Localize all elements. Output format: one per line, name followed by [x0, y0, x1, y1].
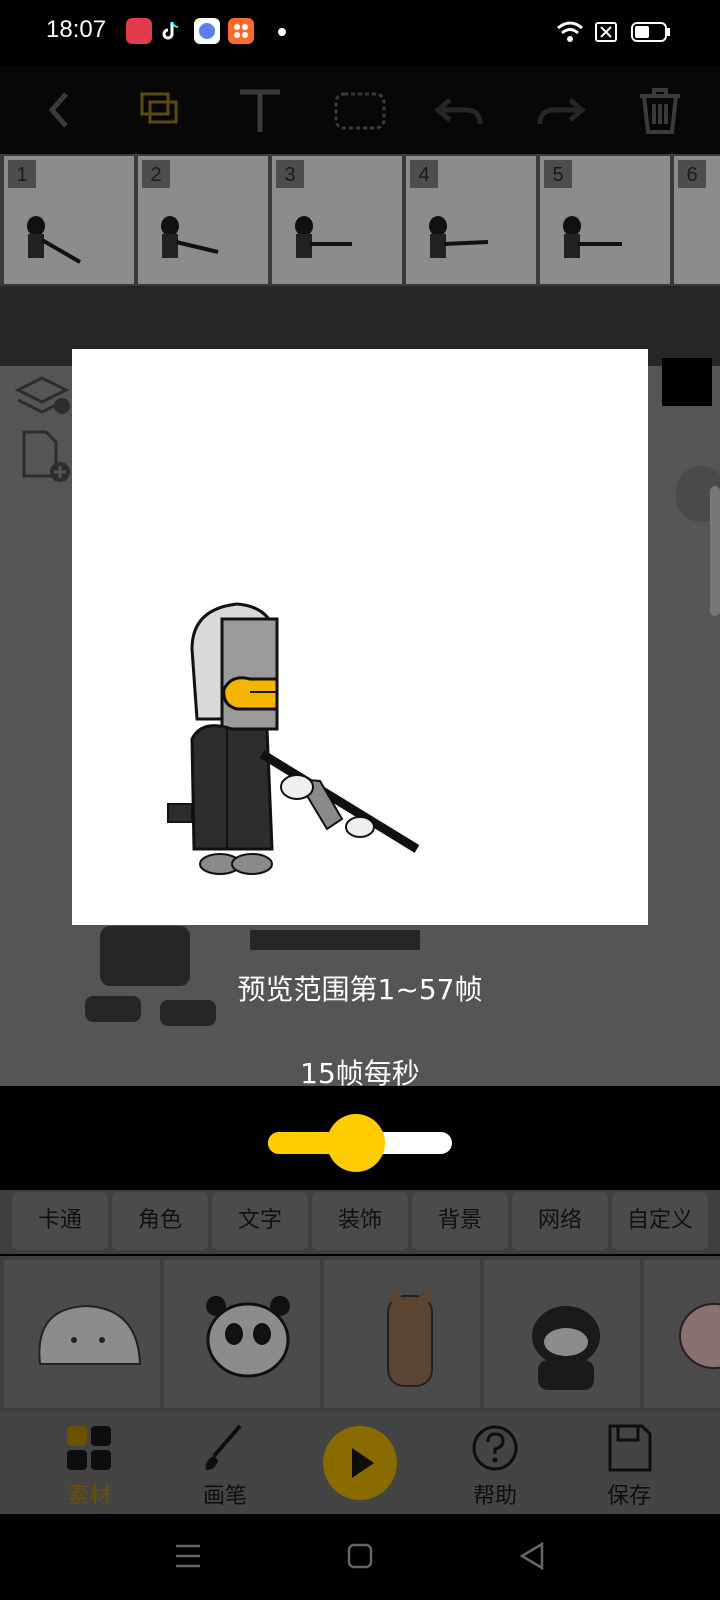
- color-swatch[interactable]: [662, 358, 712, 406]
- frame-number: 1: [8, 160, 36, 188]
- home-icon[interactable]: [342, 1538, 378, 1574]
- brush-icon: [205, 1424, 242, 1470]
- frame-thumbnail[interactable]: 4: [406, 156, 538, 284]
- slider-thumb[interactable]: [327, 1114, 386, 1172]
- play-button[interactable]: [323, 1426, 397, 1500]
- tab-network[interactable]: 网络: [512, 1192, 608, 1250]
- tab-custom[interactable]: 自定义: [612, 1192, 708, 1250]
- frame-thumbnail[interactable]: 1: [4, 156, 136, 284]
- menu-icon[interactable]: [170, 1538, 206, 1574]
- layers-copy-icon[interactable]: [130, 80, 190, 140]
- screen-record-icon: [126, 18, 152, 44]
- nav-help[interactable]: 帮助: [450, 1420, 540, 1510]
- system-navigation-bar: [0, 1514, 720, 1600]
- app-icon: [194, 18, 220, 44]
- tiktok-icon: [158, 18, 184, 44]
- preview-range-label: 预览范围第1~57帧: [237, 973, 483, 1006]
- nav-material[interactable]: 素材: [44, 1420, 134, 1510]
- system-status-icons: [557, 21, 670, 42]
- frame-number: 4: [410, 160, 438, 188]
- delete-icon[interactable]: [630, 80, 690, 140]
- tab-text[interactable]: 文字: [212, 1192, 308, 1250]
- status-time: 18:07: [46, 16, 107, 43]
- help-icon: [472, 1425, 518, 1471]
- play-icon: [352, 1448, 374, 1478]
- nav-save-label: 保存: [606, 1484, 651, 1509]
- nav-help-label: 帮助: [472, 1484, 517, 1509]
- status-bar: 18:07: [0, 0, 720, 66]
- frame-number: 2: [142, 160, 170, 188]
- more-notifications-dot: [278, 28, 286, 36]
- bottom-nav: 素材 画笔 帮助 保存: [0, 1412, 720, 1514]
- save-icon: [608, 1424, 652, 1472]
- frame-thumbnail[interactable]: 5: [540, 156, 672, 284]
- character-animation-frame: [167, 602, 420, 875]
- raccoon-sticker[interactable]: [484, 1260, 640, 1408]
- frames-strip: 1 2 3 4 5 6: [0, 154, 720, 286]
- frame-thumbnail[interactable]: 3: [272, 156, 404, 284]
- frame-number: 6: [678, 160, 706, 188]
- nav-brush[interactable]: 画笔: [180, 1420, 270, 1510]
- frame-number: 3: [276, 160, 304, 188]
- nav-material-label: 素材: [66, 1484, 111, 1509]
- sticker-list: [0, 1256, 720, 1412]
- nav-save[interactable]: 保存: [584, 1420, 674, 1510]
- tab-character[interactable]: 角色: [112, 1192, 208, 1250]
- blob-sticker[interactable]: [4, 1260, 160, 1408]
- frame-thumbnail[interactable]: 2: [138, 156, 270, 284]
- tab-decoration[interactable]: 装饰: [312, 1192, 408, 1250]
- redo-icon[interactable]: [530, 80, 590, 140]
- fps-slider[interactable]: [268, 1114, 452, 1172]
- add-page-icon[interactable]: [16, 426, 72, 486]
- bear-sticker[interactable]: [324, 1260, 480, 1408]
- side-scrollbar[interactable]: [710, 486, 720, 616]
- panda-sticker[interactable]: [164, 1260, 320, 1408]
- fps-label: 15帧每秒: [300, 1057, 420, 1090]
- text-tool-icon[interactable]: [230, 80, 290, 140]
- category-tabs: 卡通 角色 文字 装饰 背景 网络 自定义: [0, 1190, 720, 1254]
- tab-background[interactable]: 背景: [412, 1192, 508, 1250]
- undo-icon[interactable]: [430, 80, 490, 140]
- animation-preview: [72, 349, 648, 925]
- pig-sticker[interactable]: [644, 1260, 720, 1408]
- back-nav-icon[interactable]: [514, 1538, 550, 1574]
- tab-cartoon[interactable]: 卡通: [12, 1192, 108, 1250]
- back-icon[interactable]: [30, 80, 90, 140]
- grid-app-icon: [228, 18, 254, 44]
- frame-thumbnail[interactable]: 6: [674, 156, 720, 284]
- frame-number: 5: [544, 160, 572, 188]
- top-toolbar: [0, 66, 720, 154]
- select-rect-icon[interactable]: [330, 80, 390, 140]
- nav-brush-label: 画笔: [202, 1484, 247, 1509]
- material-grid-icon: [67, 1426, 111, 1470]
